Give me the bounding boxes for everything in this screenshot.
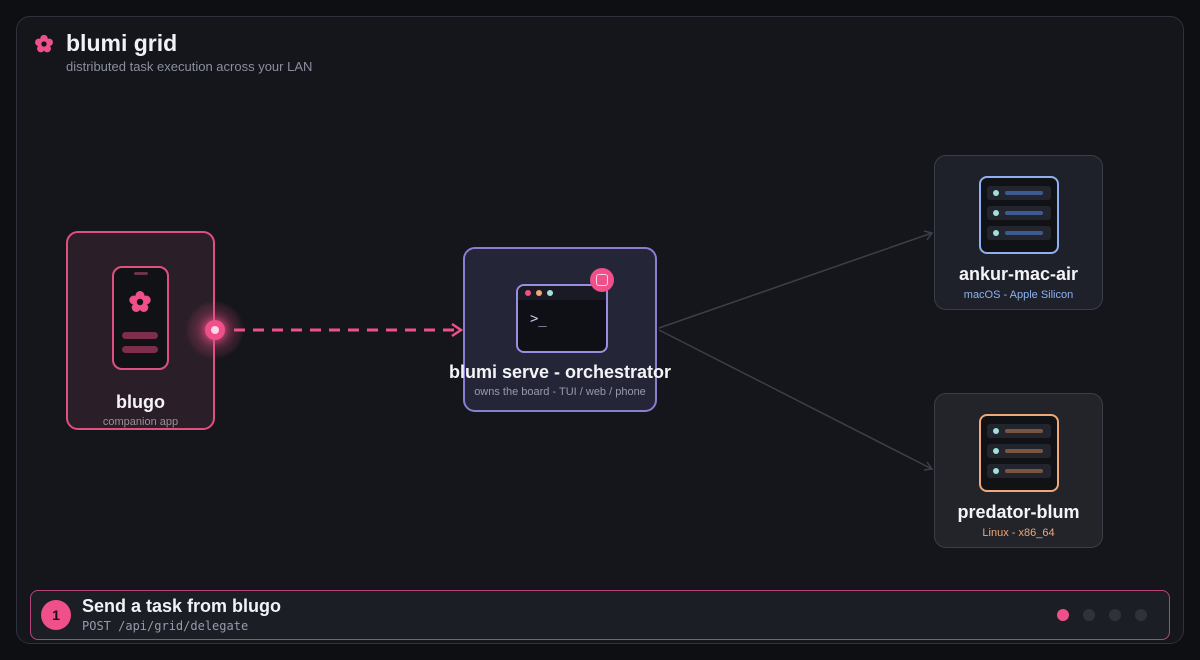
step-dot-3[interactable] <box>1109 609 1121 621</box>
terminal-icon: >_ <box>516 284 608 353</box>
node-blugo-desc: companion app <box>102 416 179 428</box>
node-orchestrator[interactable]: >_ blumi serve - orchestrator owns the b… <box>449 247 671 412</box>
node-host-desc: Linux - x86_64 <box>982 527 1055 539</box>
app-title: blumi grid <box>66 30 178 56</box>
node-host-name: predator-blum <box>957 502 1080 522</box>
terminal-prompt: >_ <box>530 311 547 327</box>
step-endpoint: POST /api/grid/delegate <box>82 619 249 633</box>
step-dot-4[interactable] <box>1135 609 1147 621</box>
task-badge-icon <box>590 268 614 292</box>
step-title: Send a task from blugo <box>82 596 282 616</box>
node-host-predator[interactable]: predator-blum Linux - x86_64 <box>934 393 1103 548</box>
server-rack-icon <box>979 414 1059 492</box>
app-subtitle: distributed task execution across your L… <box>66 59 313 74</box>
node-host-desc: macOS - Apple Silicon <box>963 289 1074 301</box>
step-number: 1 <box>41 600 71 630</box>
flower-icon <box>35 34 53 52</box>
signal-pulse-icon <box>186 301 244 359</box>
step-panel: 1 Send a task from blugo POST /api/grid/… <box>30 590 1170 640</box>
node-orchestrator-name: blumi serve - orchestrator <box>448 362 672 382</box>
node-host-mac[interactable]: ankur-mac-air macOS - Apple Silicon <box>934 155 1103 310</box>
node-orchestrator-desc: owns the board - TUI / web / phone <box>474 386 646 398</box>
step-dot-2[interactable] <box>1083 609 1095 621</box>
node-host-name: ankur-mac-air <box>958 264 1079 284</box>
node-blugo-name: blugo <box>116 392 165 412</box>
server-rack-icon <box>979 176 1059 254</box>
flower-icon <box>129 291 151 312</box>
phone-icon <box>112 266 169 370</box>
step-pagination <box>1057 609 1147 621</box>
brand-header: blumi grid <box>34 30 177 57</box>
step-dot-1[interactable] <box>1057 609 1069 621</box>
